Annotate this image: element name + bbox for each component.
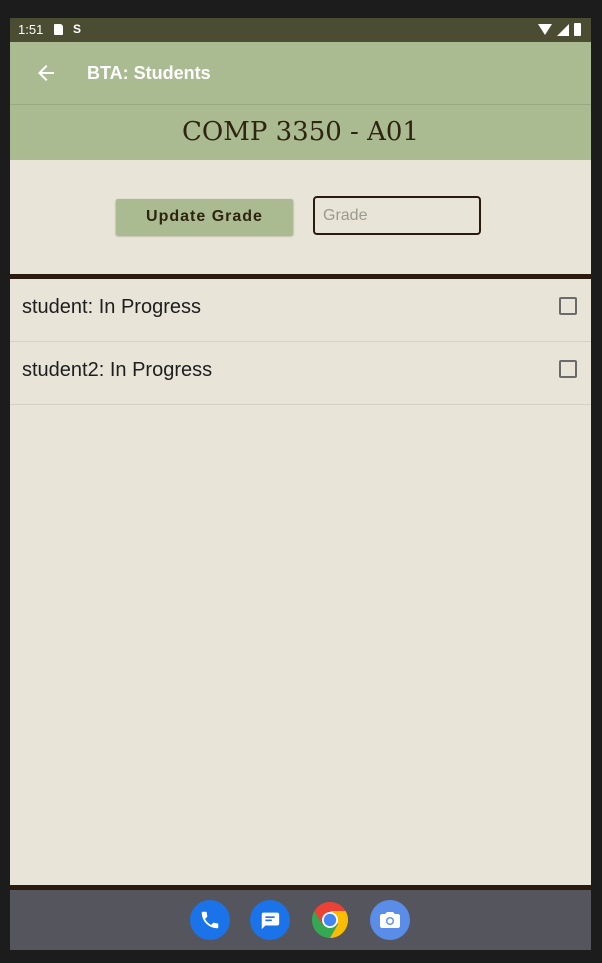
list-item[interactable]: student2: In Progress xyxy=(10,342,591,405)
grade-input[interactable] xyxy=(313,196,481,235)
battery-icon xyxy=(574,23,581,36)
chrome-icon[interactable] xyxy=(310,900,350,940)
sd-card-icon xyxy=(54,24,63,35)
course-title: COMP 3350 - A01 xyxy=(182,117,419,147)
wifi-icon xyxy=(538,24,552,35)
app-dock xyxy=(190,900,410,940)
navigation-bar xyxy=(10,890,591,950)
camera-icon[interactable] xyxy=(370,900,410,940)
messages-icon[interactable] xyxy=(250,900,290,940)
arrow-back-icon[interactable] xyxy=(34,61,58,85)
app-bar-title: BTA: Students xyxy=(87,63,211,83)
status-bar: 1:51 S xyxy=(10,18,591,42)
s-icon: S xyxy=(73,22,82,36)
student-list: student: In Progress student2: In Progre… xyxy=(10,279,591,405)
status-time: 1:51 xyxy=(18,22,44,37)
app-bar: BTA: Students xyxy=(10,42,591,105)
update-grade-button[interactable]: Update Grade xyxy=(116,199,293,235)
student-label: student: In Progress xyxy=(22,296,201,318)
student-checkbox[interactable] xyxy=(559,360,577,378)
student-checkbox[interactable] xyxy=(559,297,577,315)
signal-icon xyxy=(557,23,569,36)
course-header: COMP 3350 - A01 xyxy=(10,105,591,160)
student-label: student2: In Progress xyxy=(22,359,213,381)
device-screen: 1:51 S BTA: Students COMP 3350 - A01 Upd… xyxy=(10,18,591,950)
phone-icon[interactable] xyxy=(190,900,230,940)
status-icons xyxy=(538,23,581,36)
list-item[interactable]: student: In Progress xyxy=(10,279,591,342)
